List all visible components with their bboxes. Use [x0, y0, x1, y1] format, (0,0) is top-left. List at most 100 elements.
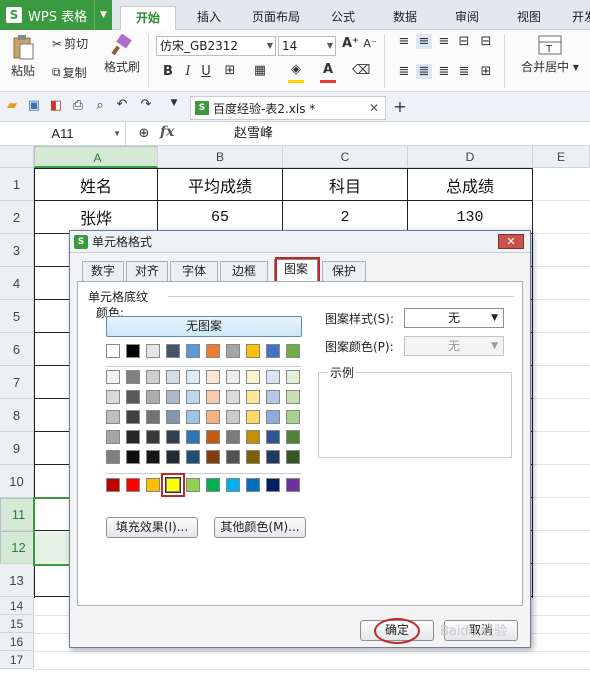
color-swatch[interactable]	[226, 478, 240, 492]
print-preview-icon[interactable]: ⌕	[92, 98, 108, 113]
tab-home[interactable]: 开始	[120, 6, 176, 30]
new-tab-icon[interactable]: +	[392, 97, 408, 116]
color-swatch[interactable]	[226, 344, 240, 358]
color-swatch[interactable]	[146, 450, 160, 464]
color-swatch[interactable]	[126, 370, 140, 384]
color-swatch[interactable]	[206, 450, 220, 464]
color-swatch[interactable]	[186, 390, 200, 404]
column-header-a[interactable]: A	[34, 146, 158, 168]
align-left-icon[interactable]: ≣	[396, 64, 412, 79]
color-swatch[interactable]	[166, 390, 180, 404]
row-header-7[interactable]: 7	[0, 366, 34, 399]
color-swatch[interactable]	[206, 410, 220, 424]
color-swatch[interactable]	[206, 390, 220, 404]
pattern-style-select[interactable]: 无 ▼	[404, 308, 504, 328]
color-swatch[interactable]	[106, 344, 120, 358]
row-header-15[interactable]: 15	[0, 615, 34, 633]
align-middle-icon[interactable]: ≡	[416, 34, 432, 49]
redo-icon[interactable]: ↷	[138, 97, 154, 112]
justify-icon[interactable]: ≣	[456, 64, 472, 79]
color-swatch[interactable]	[166, 370, 180, 384]
color-swatch[interactable]	[106, 390, 120, 404]
color-swatch[interactable]	[186, 478, 200, 492]
tab-review[interactable]: 审阅	[442, 6, 492, 30]
more-colors-button[interactable]: 其他颜色(M)...	[214, 517, 306, 538]
tab-developer[interactable]: 开发	[564, 6, 590, 30]
color-swatch[interactable]	[166, 410, 180, 424]
color-swatch[interactable]	[186, 430, 200, 444]
color-swatch[interactable]	[126, 344, 140, 358]
color-swatch[interactable]	[186, 450, 200, 464]
increase-font-icon[interactable]: A⁺	[342, 36, 359, 51]
row-header-10[interactable]: 10	[0, 465, 34, 498]
cell-c1[interactable]: 科目	[283, 168, 408, 201]
fill-effect-button[interactable]: 填充效果(I)...	[106, 517, 198, 538]
color-swatch[interactable]	[186, 344, 200, 358]
color-swatch[interactable]	[146, 370, 160, 384]
column-header-e[interactable]: E	[533, 146, 590, 168]
color-swatch[interactable]	[286, 450, 300, 464]
select-all-corner[interactable]	[0, 146, 34, 168]
chevron-down-icon[interactable]: ▼	[94, 0, 112, 30]
color-swatch[interactable]	[286, 370, 300, 384]
color-swatch[interactable]	[266, 450, 280, 464]
color-swatch[interactable]	[126, 478, 140, 492]
font-color-icon[interactable]: A	[320, 62, 336, 77]
align-bottom-icon[interactable]: ≡	[436, 34, 452, 49]
column-header-b[interactable]: B	[158, 146, 283, 168]
color-swatch[interactable]	[226, 410, 240, 424]
color-swatch[interactable]	[286, 410, 300, 424]
open-folder-icon[interactable]: ▰	[4, 98, 20, 113]
color-swatch[interactable]	[266, 478, 280, 492]
fill-color-icon[interactable]: ◈	[288, 62, 304, 77]
color-swatch[interactable]	[106, 370, 120, 384]
row-header-17[interactable]: 17	[0, 651, 34, 669]
cell-d1[interactable]: 总成绩	[408, 168, 533, 201]
cell-b1[interactable]: 平均成绩	[158, 168, 283, 201]
color-swatch[interactable]	[106, 478, 120, 492]
color-swatch[interactable]	[166, 344, 180, 358]
close-icon[interactable]: ✕	[498, 234, 524, 249]
color-swatch[interactable]	[226, 390, 240, 404]
cell-style-icon[interactable]: ▦	[252, 63, 268, 78]
color-swatch[interactable]	[226, 450, 240, 464]
color-swatch[interactable]	[126, 410, 140, 424]
column-header-d[interactable]: D	[408, 146, 533, 168]
color-swatch[interactable]	[266, 390, 280, 404]
tab-view[interactable]: 视图	[504, 6, 554, 30]
color-swatch[interactable]	[246, 478, 260, 492]
color-swatch[interactable]	[246, 410, 260, 424]
color-swatch[interactable]	[286, 478, 300, 492]
color-swatch[interactable]	[106, 410, 120, 424]
align-top-icon[interactable]: ≡	[396, 34, 412, 49]
color-swatch[interactable]	[146, 478, 160, 492]
color-swatch[interactable]	[146, 410, 160, 424]
color-swatch[interactable]	[146, 344, 160, 358]
document-tab[interactable]: S 百度经验-表2.xls * ✕	[190, 96, 386, 120]
decrease-font-icon[interactable]: A⁻	[362, 37, 378, 50]
tab-protection[interactable]: 保护	[322, 261, 366, 281]
row-header-2[interactable]: 2	[0, 201, 34, 234]
color-swatch[interactable]	[266, 430, 280, 444]
row-header-4[interactable]: 4	[0, 267, 34, 300]
cell-a1[interactable]: 姓名	[34, 168, 158, 201]
bold-button[interactable]: B	[160, 64, 176, 79]
align-right-icon[interactable]: ≣	[436, 64, 452, 79]
merge-center-button[interactable]: T 合并居中 ▾	[512, 34, 588, 75]
clear-format-icon[interactable]: ⌫	[352, 63, 370, 78]
formula-input[interactable]: 赵雪峰	[234, 122, 273, 146]
row-header-11[interactable]: 11	[0, 498, 34, 531]
color-swatch[interactable]	[286, 344, 300, 358]
tab-alignment[interactable]: 对齐	[126, 261, 168, 281]
tab-insert[interactable]: 插入	[184, 6, 234, 30]
column-header-c[interactable]: C	[283, 146, 408, 168]
color-swatch[interactable]	[246, 450, 260, 464]
color-swatch[interactable]	[206, 370, 220, 384]
border-icon[interactable]: ⊞	[222, 63, 238, 78]
font-size-select[interactable]: 14 ▼	[278, 36, 336, 56]
color-swatch[interactable]	[146, 430, 160, 444]
color-swatch[interactable]	[126, 430, 140, 444]
wrap-text-icon[interactable]: ⊟	[478, 34, 494, 49]
row-header-14[interactable]: 14	[0, 597, 34, 615]
row-header-3[interactable]: 3	[0, 234, 34, 267]
